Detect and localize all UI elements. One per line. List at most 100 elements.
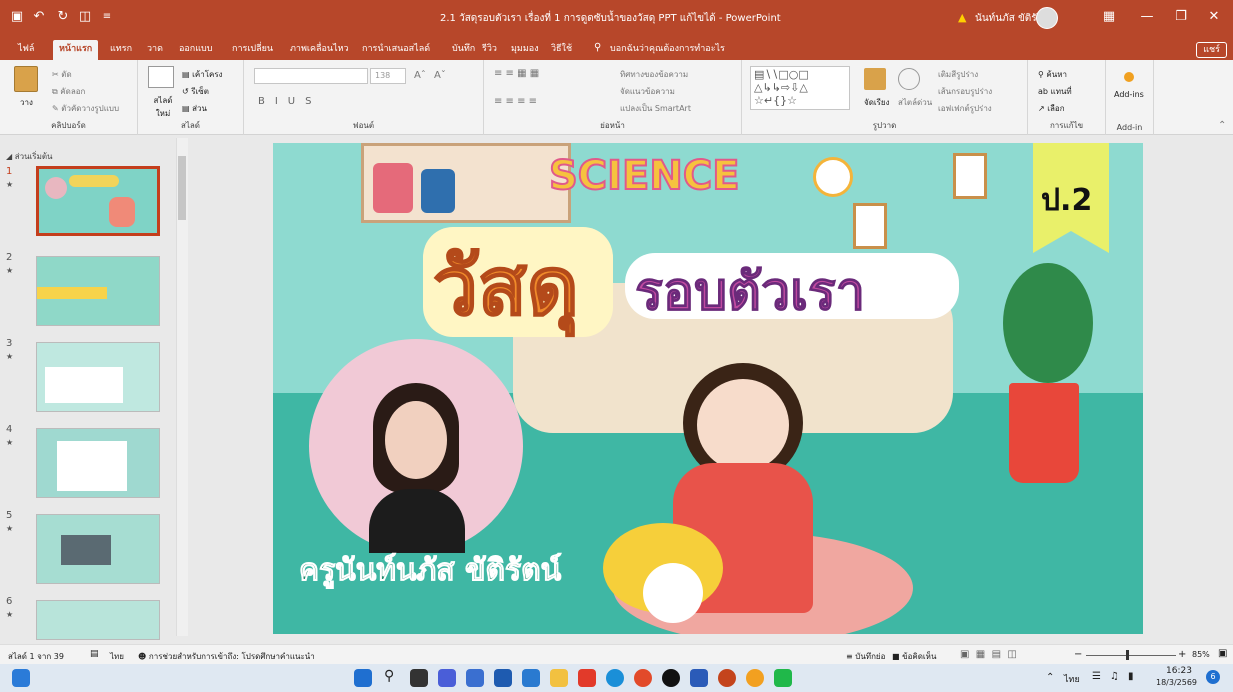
- explorer-icon[interactable]: [550, 669, 568, 687]
- new-slide-label[interactable]: สไลด์ใหม่: [148, 94, 178, 120]
- format-painter-button[interactable]: ✎ ตัวคัดวางรูปแบบ: [52, 102, 119, 115]
- slide-thumbnail-5[interactable]: [36, 514, 160, 584]
- paste-label[interactable]: วาง: [20, 96, 33, 109]
- clock-date[interactable]: 18/3/2569: [1156, 678, 1197, 687]
- comments-button[interactable]: ■ ข้อคิดเห็น: [892, 650, 936, 663]
- layout-button[interactable]: ▤ เค้าโครง: [182, 68, 223, 81]
- tab-transitions[interactable]: การเปลี่ยน: [226, 40, 279, 60]
- zoom-out-icon[interactable]: −: [1074, 649, 1082, 660]
- decrease-font-icon[interactable]: Aˇ: [434, 70, 446, 81]
- section-header[interactable]: ◢ ส่วนเริ่มต้น: [6, 150, 53, 163]
- font-name-field[interactable]: [254, 68, 368, 84]
- increase-font-icon[interactable]: Aˆ: [414, 70, 426, 81]
- align-icons[interactable]: ≡ ≡ ≡ ≡: [494, 96, 537, 107]
- close-icon[interactable]: ✕: [1205, 8, 1223, 26]
- chrome-icon[interactable]: [634, 669, 652, 687]
- undo-icon[interactable]: ↶: [30, 8, 48, 26]
- start-icon[interactable]: [354, 669, 372, 687]
- save-icon[interactable]: ▣: [8, 8, 26, 26]
- fit-slide-icon[interactable]: ▣: [1218, 648, 1227, 659]
- battery-icon[interactable]: ▮: [1128, 671, 1134, 682]
- mail-icon[interactable]: [522, 669, 540, 687]
- shape-effects-button[interactable]: เอฟเฟกต์รูปร่าง: [938, 102, 992, 115]
- widgets-icon[interactable]: [12, 669, 30, 687]
- teams-icon[interactable]: [438, 669, 456, 687]
- slide-thumbnail-1[interactable]: [36, 166, 160, 236]
- shapes-gallery[interactable]: ▤∖∖□○□ △↳↳⇨⇩△ ☆↵{}☆: [750, 66, 850, 110]
- shape-fill-button[interactable]: เติมสีรูปร่าง: [938, 68, 978, 81]
- tab-view[interactable]: มุมมอง: [505, 40, 545, 60]
- office-icon[interactable]: [578, 669, 596, 687]
- zoom-slider[interactable]: [1086, 655, 1176, 656]
- tab-review[interactable]: รีวิว: [476, 40, 503, 60]
- align-text-button[interactable]: จัดแนวข้อความ: [620, 85, 675, 98]
- wifi-icon[interactable]: ☰: [1092, 671, 1101, 682]
- cut-button[interactable]: ✂ ตัด: [52, 68, 72, 81]
- customize-qat-icon[interactable]: ≡: [98, 8, 116, 26]
- arrange-label[interactable]: จัดเรียง: [864, 96, 890, 109]
- search-icon[interactable]: ⚲: [384, 668, 394, 684]
- tab-file[interactable]: ไฟล์: [12, 40, 40, 60]
- avatar[interactable]: [1036, 7, 1058, 29]
- notes-button[interactable]: ≡ บันทึกย่อ: [846, 650, 885, 663]
- addins-icon[interactable]: [1124, 72, 1134, 82]
- taskview-icon[interactable]: [410, 669, 428, 687]
- share-button[interactable]: แชร์: [1196, 42, 1227, 58]
- view-icons[interactable]: ▣ ▦ ▤ ◫: [960, 649, 1017, 660]
- word-icon[interactable]: [690, 669, 708, 687]
- tab-help[interactable]: วิธีใช้: [545, 40, 578, 60]
- powerpoint-icon[interactable]: [718, 669, 736, 687]
- text-direction-button[interactable]: ทิศทางของข้อความ: [620, 68, 688, 81]
- tab-animations[interactable]: ภาพเคลื่อนไหว: [284, 40, 355, 60]
- scrollbar-thumb[interactable]: [178, 156, 186, 220]
- font-size-field[interactable]: 138: [370, 68, 406, 84]
- store-icon[interactable]: [494, 669, 512, 687]
- thumbnail-scrollbar[interactable]: [176, 138, 188, 636]
- tab-slideshow[interactable]: การนำเสนอสไลด์: [356, 40, 436, 60]
- addins-button[interactable]: Add-ins: [1114, 90, 1144, 99]
- accessibility-status[interactable]: ☻ การช่วยสำหรับการเข้าถึง: โปรดศึกษาคำแน…: [138, 650, 315, 663]
- minimize-icon[interactable]: —: [1138, 8, 1156, 26]
- shape-outline-button[interactable]: เส้นกรอบรูปร่าง: [938, 85, 992, 98]
- quick-styles-icon[interactable]: [898, 68, 920, 90]
- tab-home[interactable]: หน้าแรก: [53, 40, 99, 60]
- collapse-ribbon-icon[interactable]: ⌃: [1218, 120, 1226, 131]
- present-icon[interactable]: ◫: [76, 8, 94, 26]
- new-slide-icon[interactable]: [148, 66, 174, 88]
- input-language[interactable]: ไทย: [1064, 672, 1080, 686]
- slide-thumbnail-2[interactable]: [36, 256, 160, 326]
- restore-icon[interactable]: ❐: [1172, 8, 1190, 26]
- volume-icon[interactable]: ♫: [1110, 671, 1119, 682]
- zoom-slider-thumb[interactable]: [1126, 650, 1129, 660]
- tiktok-icon[interactable]: [662, 669, 680, 687]
- tab-draw[interactable]: วาด: [141, 40, 169, 60]
- select-button[interactable]: ↗ เลือก: [1038, 102, 1065, 115]
- zoom-in-icon[interactable]: +: [1178, 649, 1186, 660]
- tray-chevron-icon[interactable]: ⌃: [1046, 672, 1054, 683]
- zoom-level[interactable]: 85%: [1192, 650, 1210, 659]
- clock-time[interactable]: 16:23: [1166, 666, 1192, 676]
- replace-button[interactable]: ab แทนที่: [1038, 85, 1072, 98]
- slide-thumbnail-3[interactable]: [36, 342, 160, 412]
- find-button[interactable]: ⚲ ค้นหา: [1038, 68, 1067, 81]
- edge-icon[interactable]: [606, 669, 624, 687]
- line-icon[interactable]: [774, 669, 792, 687]
- language-status[interactable]: ไทย: [110, 650, 124, 663]
- slide-canvas[interactable]: ป.2 SCIENCE วัสดุ รอบตัวเรา ครูนันท์นภัส…: [273, 143, 1143, 634]
- quick-styles-label[interactable]: สไตล์ด่วน: [898, 96, 932, 109]
- copy-button[interactable]: ⧉ คัดลอก: [52, 85, 85, 98]
- slide-thumbnail-6[interactable]: [36, 600, 160, 640]
- bullets-icon[interactable]: ≡ ≡ ▦ ▦: [494, 68, 539, 79]
- reset-button[interactable]: ↺ รีเซ็ต: [182, 85, 209, 98]
- notification-badge[interactable]: 6: [1206, 670, 1220, 684]
- redo-icon[interactable]: ↻: [54, 8, 72, 26]
- section-button[interactable]: ▤ ส่วน: [182, 102, 207, 115]
- spelling-icon[interactable]: ▤: [90, 649, 99, 659]
- paste-icon[interactable]: [14, 66, 38, 92]
- app-icon[interactable]: [466, 669, 484, 687]
- ribbon-display-icon[interactable]: ▦: [1100, 8, 1118, 26]
- slide-thumbnail-4[interactable]: [36, 428, 160, 498]
- tell-me-search[interactable]: บอกฉันว่าคุณต้องการทำอะไร: [604, 40, 731, 60]
- smartart-button[interactable]: แปลงเป็น SmartArt: [620, 102, 691, 115]
- font-format-buttons[interactable]: BIUS: [258, 96, 321, 107]
